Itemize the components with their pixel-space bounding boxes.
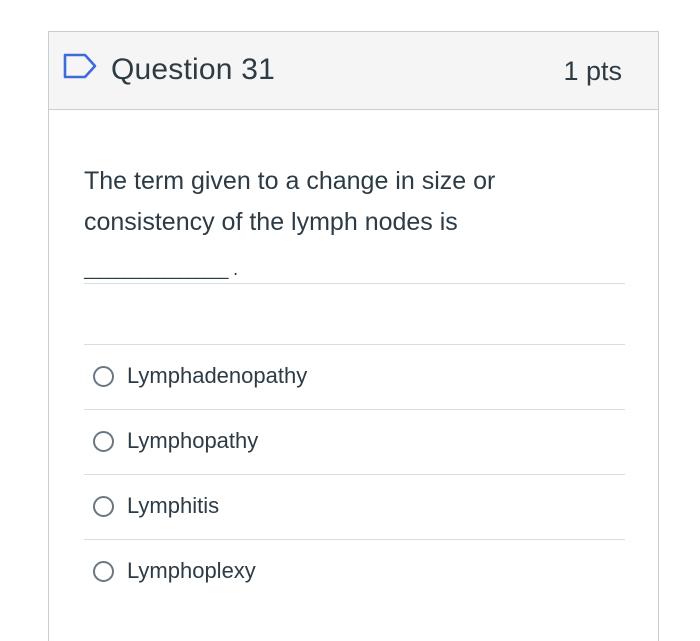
question-points: 1 pts: [563, 56, 622, 86]
answer-option-3[interactable]: Lymphitis: [84, 475, 625, 539]
question-card: Question 31 1 pts The term given to a ch…: [48, 31, 659, 641]
answer-blank: __________________ .: [84, 260, 238, 280]
answer-label[interactable]: Lymphadenopathy: [127, 361, 307, 391]
question-prompt: The term given to a change in size or co…: [84, 167, 496, 236]
answer-option-1[interactable]: Lymphadenopathy: [84, 345, 625, 409]
answer-option-4[interactable]: Lymphoplexy: [84, 540, 625, 604]
radio-button-icon[interactable]: [93, 366, 114, 387]
question-header: Question 31 1 pts: [49, 32, 658, 110]
radio-button-icon[interactable]: [93, 431, 114, 452]
answer-label[interactable]: Lymphitis: [127, 491, 219, 521]
divider: [84, 283, 625, 284]
radio-button-icon[interactable]: [93, 496, 114, 517]
radio-button-icon[interactable]: [93, 561, 114, 582]
question-title: Question 31: [111, 53, 275, 86]
answer-label[interactable]: Lymphopathy: [127, 426, 258, 456]
flag-icon[interactable]: [63, 53, 97, 79]
answer-option-2[interactable]: Lymphopathy: [84, 410, 625, 474]
answer-label[interactable]: Lymphoplexy: [127, 556, 256, 586]
